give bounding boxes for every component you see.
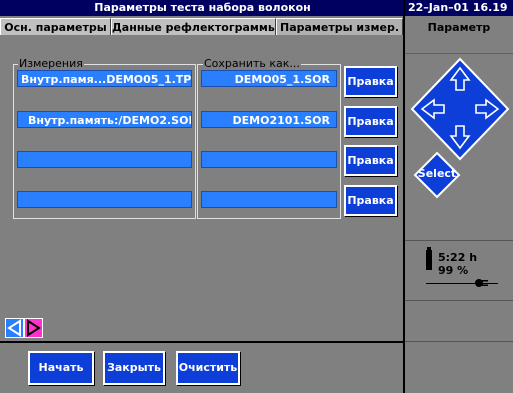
measurement-field-3[interactable] xyxy=(17,151,192,168)
save-field-3[interactable] xyxy=(201,151,337,168)
start-button[interactable]: Начать xyxy=(28,351,94,385)
clear-button[interactable]: Очистить xyxy=(176,351,240,385)
tab-trace-data[interactable]: Данные рефлектограммы xyxy=(111,18,276,35)
select-label: Select xyxy=(417,167,457,180)
date-time: 22–Jan–01 16.19 xyxy=(405,0,513,16)
battery-time: 5:22 h xyxy=(438,251,478,264)
battery-cap xyxy=(427,247,431,250)
edit-button-3[interactable]: Правка xyxy=(344,145,397,176)
right-divider-1 xyxy=(405,240,513,241)
edit-button-4[interactable]: Правка xyxy=(344,185,397,216)
measurements-group-label: Измерения xyxy=(18,57,84,70)
right-divider-3 xyxy=(405,341,513,342)
measurement-field-2[interactable]: Внутр.память:/DEMO2.SOR xyxy=(17,111,192,128)
edit-button-1[interactable]: Правка xyxy=(344,66,397,97)
save-field-2[interactable]: DEMO2101.SOR xyxy=(201,111,337,128)
power-plug-icon xyxy=(475,279,488,287)
arrow-left-icon xyxy=(7,319,21,337)
prev-page-button[interactable] xyxy=(5,318,24,338)
right-divider-2 xyxy=(405,300,513,301)
battery-percent: 99 % xyxy=(438,264,469,277)
next-page-button[interactable] xyxy=(24,318,43,338)
navigation-pad[interactable] xyxy=(408,56,512,164)
bottom-divider xyxy=(0,341,403,343)
measurement-field-4[interactable] xyxy=(17,191,192,208)
tab-measure-params[interactable]: Параметры измер. xyxy=(276,18,403,35)
window-title: Параметры теста набора волокон xyxy=(0,0,405,16)
battery-icon xyxy=(426,250,432,270)
measurement-field-1[interactable]: Внутр.памя...DEMO05_1.TPL xyxy=(17,70,192,87)
arrow-right-icon xyxy=(27,319,41,337)
tab-main-params[interactable]: Осн. параметры xyxy=(0,18,111,35)
right-panel-title: Параметр xyxy=(405,18,513,54)
edit-button-2[interactable]: Правка xyxy=(344,106,397,137)
save-as-group-label: Сохранить как... xyxy=(203,57,301,70)
save-field-4[interactable] xyxy=(201,191,337,208)
vertical-divider xyxy=(403,0,405,393)
save-field-1[interactable]: DEMO05_1.SOR xyxy=(201,70,337,87)
close-button[interactable]: Закрыть xyxy=(103,351,165,385)
